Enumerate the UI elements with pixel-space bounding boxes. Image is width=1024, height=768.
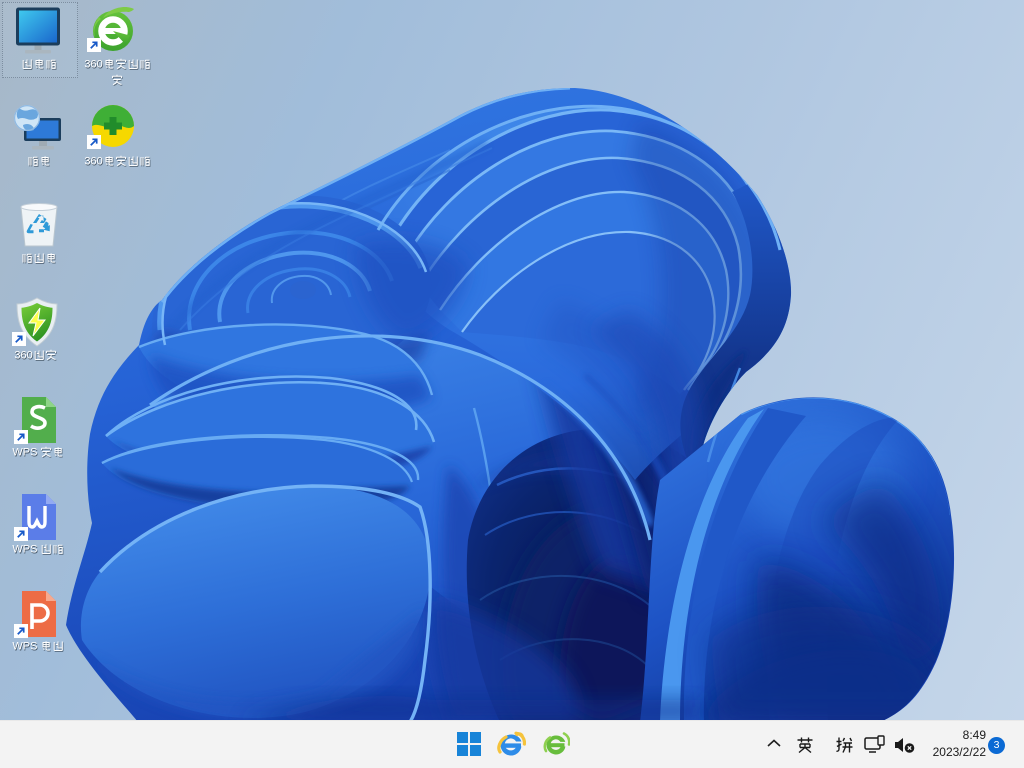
svg-text:360: 360 xyxy=(14,350,32,362)
svg-text:360: 360 xyxy=(84,156,102,168)
svg-text:360: 360 xyxy=(84,59,102,71)
svg-text:WPS: WPS xyxy=(12,544,37,556)
svg-text:WPS: WPS xyxy=(12,641,37,653)
svg-text:WPS: WPS xyxy=(12,447,37,459)
